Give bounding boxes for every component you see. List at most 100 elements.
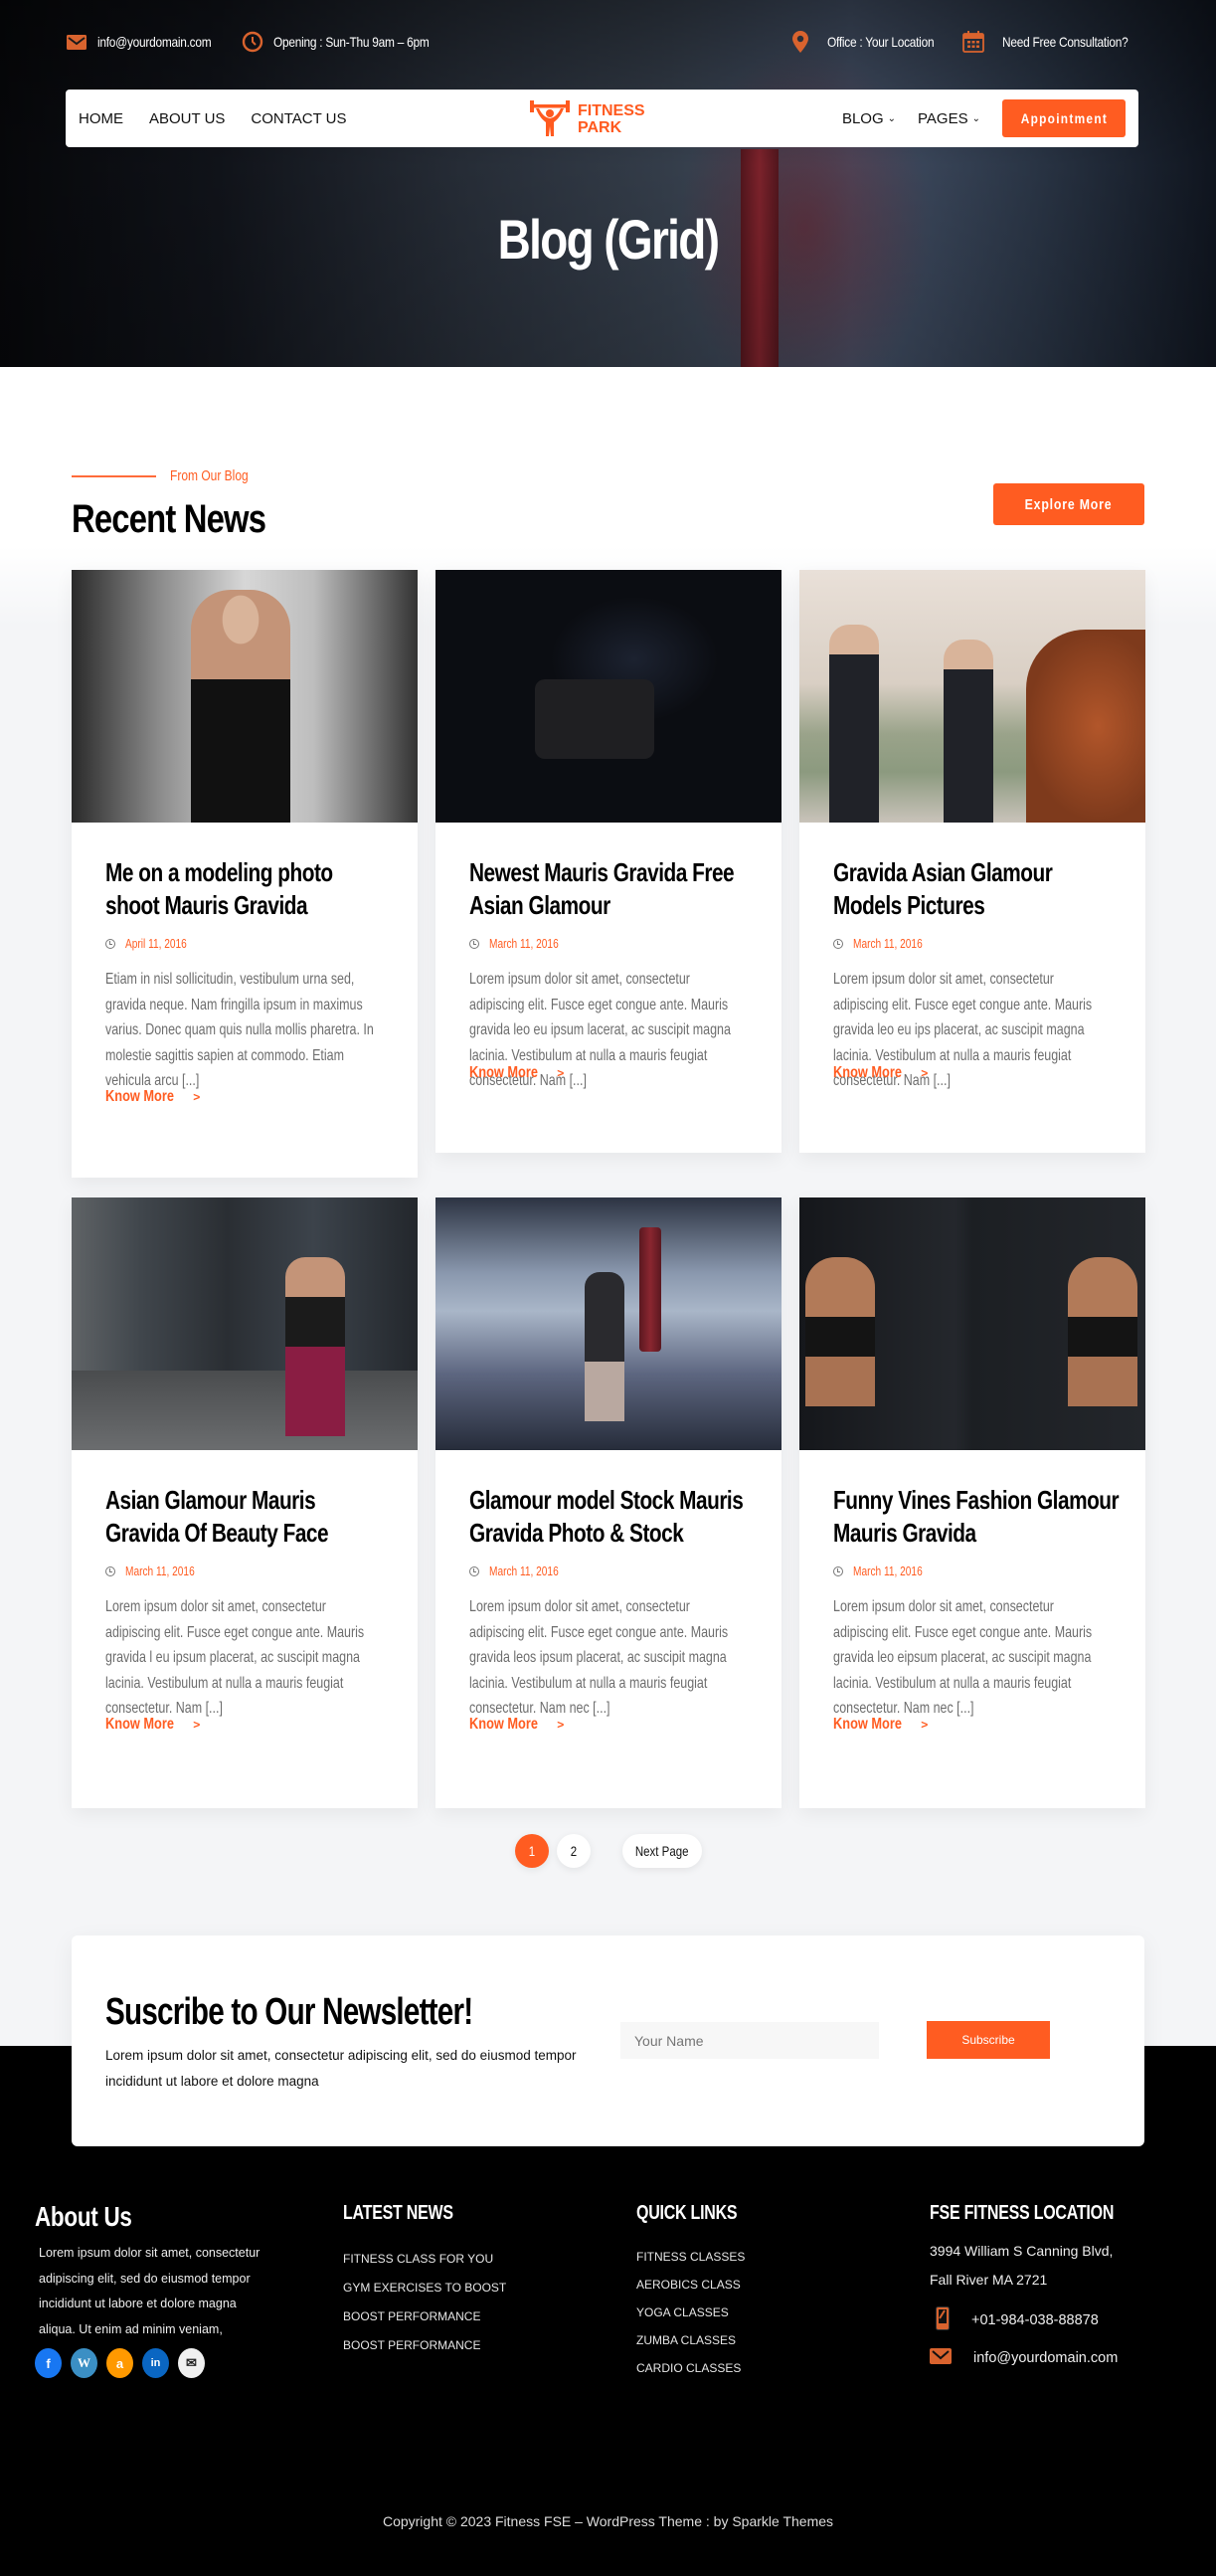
post-image[interactable] [72,570,418,823]
chevron-down-icon: ⌄ [971,112,980,124]
post-date[interactable]: April 11, 2016 [125,936,187,951]
footer-quick-item[interactable]: CARDIO CLASSES [636,2354,763,2382]
explore-more-button[interactable]: Explore More [993,483,1144,525]
post-excerpt: Lorem ipsum dolor sit amet, consectetur … [105,1598,365,1717]
section-eyebrow: From Our Blog [72,467,267,484]
page-number: 1 [528,1843,535,1859]
blog-card: Funny Vines Fashion Glamour Mauris Gravi… [799,1197,1145,1808]
post-title[interactable]: Newest Mauris Gravida Free Asian Glamour [469,856,756,922]
footer-quick-item[interactable]: ZUMBA CLASSES [636,2326,763,2354]
appointment-button[interactable]: Appointment [1002,99,1126,137]
next-page-label: Next Page [634,1843,689,1859]
post-title[interactable]: Funny Vines Fashion Glamour Mauris Gravi… [833,1484,1120,1550]
explore-more-label: Explore More [1025,495,1113,513]
phone-icon [936,2306,950,2334]
footer-latest-news: LATEST NEWS FITNESS CLASS FOR YOU GYM EX… [343,2202,506,2360]
know-more-label: Know More [833,1063,902,1081]
post-excerpt: Lorem ipsum dolor sit amet, consectetur … [833,1598,1093,1717]
post-title[interactable]: Glamour model Stock Mauris Gravida Photo… [469,1484,756,1550]
footer-latest-item[interactable]: GYM EXERCISES TO BOOST [343,2274,506,2302]
calendar-icon [962,31,985,53]
footer-quick-title: QUICK LINKS [636,2202,738,2224]
page-number: 2 [570,1843,577,1859]
post-date[interactable]: March 11, 2016 [853,936,923,951]
footer-latest-title: LATEST NEWS [343,2202,453,2224]
page-1-button[interactable]: 1 [514,1834,549,1868]
post-date[interactable]: March 11, 2016 [853,1564,923,1578]
post-date[interactable]: March 11, 2016 [489,1564,559,1578]
clock-icon [833,1565,843,1576]
nav-pages-label: PAGES [918,109,968,127]
blog-card: Glamour model Stock Mauris Gravida Photo… [435,1197,782,1808]
amazon-icon[interactable]: a [106,2348,133,2378]
post-image[interactable] [799,570,1145,823]
appointment-label: Appointment [1020,110,1108,126]
know-more-label: Know More [105,1715,174,1733]
footer-quick-links: QUICK LINKS FITNESS CLASSES AEROBICS CLA… [636,2202,763,2382]
newsletter-name-input[interactable] [620,2022,879,2059]
blog-card: Me on a modeling photo shoot Mauris Grav… [72,570,418,1178]
post-title[interactable]: Me on a modeling photo shoot Mauris Grav… [105,856,392,922]
logo-wordmark: FITNESS PARK [578,102,645,136]
envelope-icon [66,31,87,53]
footer-latest-item[interactable]: BOOST PERFORMANCE [343,2331,506,2360]
footer-latest-item[interactable]: BOOST PERFORMANCE [343,2302,506,2331]
know-more-label: Know More [833,1715,902,1733]
newsletter-title: Suscribe to Our Newsletter! [105,1991,473,2033]
footer-about: About Us Lorem ipsum dolor sit amet, con… [35,2201,267,2378]
logo-line-2: PARK [578,118,622,136]
eyebrow-label: From Our Blog [170,467,249,484]
post-image[interactable] [72,1197,418,1450]
footer-quick-item[interactable]: YOGA CLASSES [636,2299,763,2326]
footer-quick-item[interactable]: AEROBICS CLASS [636,2271,763,2299]
eyebrow-line [72,474,156,477]
clock-icon [469,1565,479,1576]
subscribe-button[interactable]: Subscribe [927,2021,1050,2059]
footer-quick-item[interactable]: FITNESS CLASSES [636,2243,763,2271]
know-more-label: Know More [469,1715,538,1733]
site-logo[interactable]: FITNESS PARK [528,96,645,141]
next-page-button[interactable]: Next Page [621,1834,702,1868]
clock-icon [105,1565,115,1576]
footer-phone[interactable]: +01-984-038-88878 [971,2312,1099,2328]
post-title[interactable]: Asian Glamour Mauris Gravida Of Beauty F… [105,1484,392,1550]
main-navigation: HOME ABOUT US CONTACT US FITNESS PARK BL… [66,90,1138,147]
address-line-2: Fall River MA 2721 [930,2272,1048,2288]
map-pin-icon [789,31,811,53]
footer-about-title: About Us [35,2201,132,2232]
know-more-label: Know More [105,1087,174,1105]
blog-card: Asian Glamour Mauris Gravida Of Beauty F… [72,1197,418,1808]
nav-blog-dropdown[interactable]: BLOG ⌄ [842,110,896,127]
know-more-label: Know More [469,1063,538,1081]
nav-pages-dropdown[interactable]: PAGES ⌄ [918,110,980,127]
chevron-down-icon: ⌄ [887,112,897,124]
page-title: Blog (Grid) [497,208,720,271]
blog-card: Gravida Asian Glamour Models Pictures Ma… [799,570,1145,1153]
nav-home[interactable]: HOME [79,110,123,127]
post-title[interactable]: Gravida Asian Glamour Models Pictures [833,856,1120,922]
linkedin-icon[interactable]: in [142,2348,169,2378]
wordpress-icon[interactable]: W [71,2348,97,2378]
post-date[interactable]: March 11, 2016 [489,936,559,951]
topbar-office: Office : Your Location [827,34,935,50]
clock-icon [105,938,115,949]
top-bar: info@yourdomain.com Opening : Sun-Thu 9a… [66,28,1150,56]
footer-email[interactable]: info@yourdomain.com [973,2350,1118,2366]
post-image[interactable] [435,1197,782,1450]
copyright: Copyright © 2023 Fitness FSE – WordPress… [382,2513,834,2529]
footer-latest-item[interactable]: FITNESS CLASS FOR YOU [343,2245,506,2274]
topbar-consultation[interactable]: Need Free Consultation? [1002,34,1129,50]
post-date[interactable]: March 11, 2016 [125,1564,195,1578]
nav-about-us[interactable]: ABOUT US [149,110,225,127]
page-2-button[interactable]: 2 [556,1834,591,1868]
nav-contact-us[interactable]: CONTACT US [251,110,346,127]
post-image[interactable] [435,570,782,823]
facebook-icon[interactable]: f [35,2348,62,2378]
footer-location: FSE FITNESS LOCATION 3994 William S Cann… [930,2202,1159,2368]
topbar-email[interactable]: info@yourdomain.com [97,34,212,50]
post-image[interactable] [799,1197,1145,1450]
mail-icon[interactable]: ✉ [178,2348,205,2378]
footer-about-text: Lorem ipsum dolor sit amet, consectetur … [39,2246,261,2336]
post-excerpt: Lorem ipsum dolor sit amet, consectetur … [469,1598,729,1717]
nav-blog-label: BLOG [841,109,884,127]
